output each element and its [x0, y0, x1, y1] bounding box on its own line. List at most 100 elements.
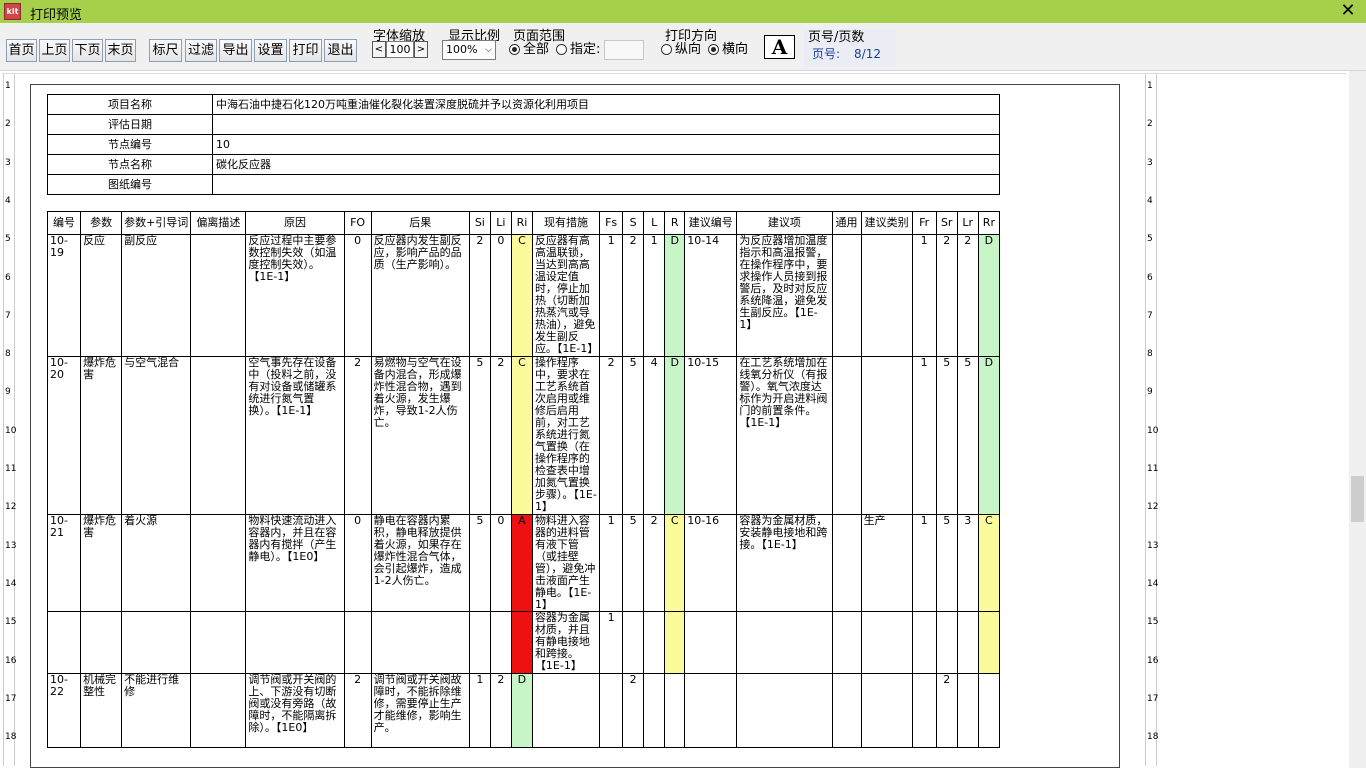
cell-rr: D — [977, 234, 1001, 357]
landscape-label: 横向 — [722, 42, 749, 57]
cell-lr: 2 — [956, 234, 979, 357]
next-page-button[interactable]: 下页 — [72, 39, 103, 62]
last-page-button[interactable]: 末页 — [105, 39, 136, 62]
scrollbar-thumb[interactable] — [1351, 476, 1364, 522]
font-button[interactable]: A — [764, 35, 795, 59]
close-icon[interactable]: ✕ — [1338, 1, 1358, 21]
cell-no: 10-19 — [46, 234, 82, 357]
font-zoom-value[interactable]: 100 — [386, 41, 414, 58]
radio-selected-icon — [509, 44, 520, 55]
ruler-number: 9 — [1147, 387, 1153, 398]
ruler-number: 10 — [5, 425, 17, 436]
cell-sug: 容器为金属材质，安装静电接地和跨接。【1E-1】 — [736, 514, 833, 612]
title-bar: kit 打印预览 ✕ — [0, 0, 1366, 23]
ruler-number: 15 — [1147, 617, 1159, 628]
cell-sug_no — [684, 673, 738, 748]
cell-lr — [956, 673, 979, 748]
cell-rr: C — [977, 514, 1001, 612]
cell-l: 4 — [643, 356, 666, 515]
ruler-number: 3 — [5, 157, 11, 168]
portrait-radio[interactable]: 纵向 — [661, 42, 701, 58]
ruler-number: 11 — [5, 464, 17, 474]
info-value: 碳化反应器 — [212, 154, 1000, 175]
cell-param: 机械完整性 — [80, 673, 123, 748]
ruler-button[interactable]: 标尺 — [149, 39, 182, 62]
prev-page-button[interactable]: 上页 — [39, 39, 70, 62]
cell-s — [622, 611, 645, 674]
settings-button[interactable]: 设置 — [254, 39, 287, 62]
range-specify-input[interactable] — [604, 40, 644, 60]
column-header: L — [643, 211, 666, 235]
cell-cat: 生产 — [860, 514, 913, 612]
portrait-label: 纵向 — [675, 42, 702, 57]
vertical-ruler-right: 1 2 3 4 5 6 7 8 9 10 11 12 13 14 15 16 17 18 — [1145, 74, 1159, 766]
cell-dev — [190, 673, 247, 748]
cell-param: 爆炸危害 — [80, 356, 123, 515]
cell-guide: 与空气混合 — [121, 356, 192, 515]
ruler-number: 16 — [5, 655, 17, 666]
landscape-radio[interactable]: 横向 — [708, 42, 748, 58]
cell-cause: 调节阀或开关阀的上、下游没有切断阀或没有旁路（故障时，不能隔离拆除）。【1E0】 — [245, 673, 345, 748]
info-value: 中海石油中捷石化120万吨重油催化裂化装置深度脱硫并予以资源化利用项目 — [212, 94, 1000, 115]
cell-s: 2 — [622, 673, 645, 748]
column-header: Fr — [911, 211, 937, 235]
app-icon: kit — [4, 3, 21, 20]
ruler-number: 6 — [5, 272, 11, 283]
cell-measure: 反应器有高高温联锁，当达到高高温设定值时，停止加热（切断加热蒸汽或导热油），避免… — [531, 234, 601, 357]
font-zoom-decrease-button[interactable]: < — [372, 41, 386, 58]
cell-l: 2 — [643, 514, 666, 612]
cell-dev — [190, 356, 247, 515]
range-specify-label: 指定: — [570, 42, 601, 57]
cell-fo — [343, 611, 372, 674]
vertical-scrollbar[interactable] — [1349, 71, 1366, 768]
cell-gen — [831, 356, 862, 515]
print-button[interactable]: 打印 — [289, 39, 322, 62]
cell-sug: 为反应器增加温度指示和高温报警，在操作程序中，要求操作人员接到报警后，及时对反应… — [736, 234, 833, 357]
range-all-radio[interactable]: 全部 — [509, 42, 549, 58]
cell-fo: 2 — [343, 673, 372, 748]
ruler-number: 9 — [5, 387, 11, 398]
font-zoom-increase-button[interactable]: > — [414, 41, 428, 58]
cell-r — [664, 673, 686, 748]
column-header: Ri — [510, 211, 533, 235]
cell-cause: 物料快速流动进入容器内，并且在容器内有搅拌（产生静电）。【1E0】 — [245, 514, 345, 612]
ruler-number: 14 — [5, 578, 17, 589]
range-specify-radio[interactable]: 指定: — [556, 42, 600, 58]
cell-si: 2 — [468, 234, 491, 357]
export-button[interactable]: 导出 — [219, 39, 252, 62]
cell-cons: 调节阀或开关阀故障时，不能拆除维修，需要停止生产才能维修，影响生产。 — [370, 673, 470, 748]
ruler-number: 6 — [1147, 272, 1153, 283]
info-row: 评估日期 — [47, 114, 1000, 135]
cell-fs: 1 — [599, 611, 624, 674]
exit-button[interactable]: 退出 — [324, 39, 357, 62]
column-header: 通用 — [831, 211, 862, 235]
cell-li — [489, 611, 512, 674]
cell-sr — [935, 611, 958, 674]
chevron-down-icon: ⌵ — [485, 45, 492, 55]
cell-gen — [831, 611, 862, 674]
cell-sr: 2 — [935, 234, 958, 357]
cell-fr — [911, 673, 937, 748]
cell-param — [80, 611, 123, 674]
cell-l: 1 — [643, 234, 666, 357]
ruler-number: 15 — [5, 617, 17, 628]
cell-cons: 反应器内发生副反应，影响产品的品质（生产影响）。 — [370, 234, 470, 357]
column-header: 建议编号 — [684, 211, 738, 235]
filter-button[interactable]: 过滤 — [185, 39, 217, 62]
cell-s: 5 — [622, 514, 645, 612]
cell-fr: 1 — [911, 356, 937, 515]
ruler-number: 17 — [5, 693, 17, 704]
cell-r — [664, 611, 686, 674]
cell-dev — [190, 234, 247, 357]
cell-cat — [860, 234, 913, 357]
cell-ri: D — [510, 673, 533, 748]
cell-param: 反应 — [80, 234, 123, 357]
column-header: 偏离描述 — [190, 211, 247, 235]
info-row: 项目名称 中海石油中捷石化120万吨重油催化裂化装置深度脱硫并予以资源化利用项目 — [47, 94, 1000, 115]
first-page-button[interactable]: 首页 — [6, 39, 37, 62]
cell-sug: 在工艺系统增加在线氧分析仪（有报警）。氧气浓度达标作为开启进料阀门的前置条件。【… — [736, 356, 833, 515]
display-ratio-select[interactable]: 100% ⌵ — [442, 40, 496, 60]
table-row: 10-21 爆炸危害 着火源 物料快速流动进入容器内，并且在容器内有搅拌（产生静电）。… — [46, 514, 1001, 612]
cell-measure — [531, 673, 601, 748]
cell-fr — [911, 611, 937, 674]
